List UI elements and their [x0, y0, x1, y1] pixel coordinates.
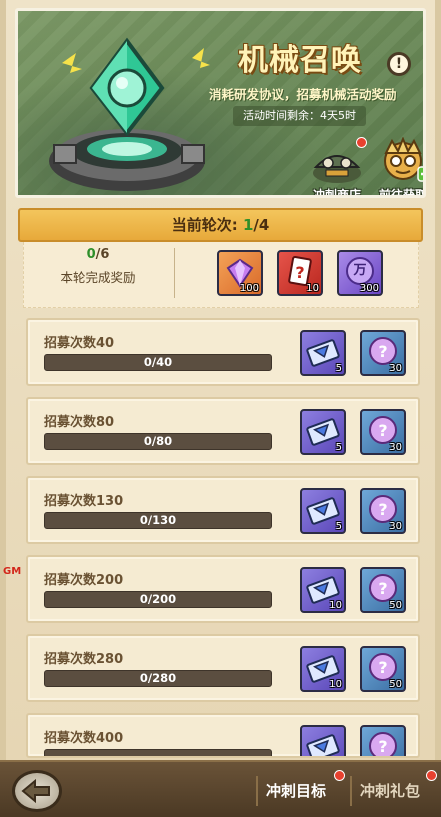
tab-sprint-pack[interactable]: 冲刺礼包	[360, 780, 420, 801]
reward-recruit-ticket[interactable]: 5	[300, 409, 346, 455]
task-progress-bar	[44, 749, 272, 756]
time-label: 活动时间剩余：	[243, 109, 320, 122]
task-progress-bar: 0/80	[44, 433, 272, 450]
sprint-goal-notification-dot	[334, 770, 345, 781]
reward-recruit-ticket[interactable]: 5	[300, 330, 346, 376]
info-icon[interactable]: !	[387, 52, 411, 76]
back-arrow-glyph	[21, 778, 50, 804]
engineer-avatar-icon	[384, 136, 423, 182]
task-row: 招募次数200 0/200 10? 50	[26, 555, 420, 623]
reward-count: 10	[329, 600, 342, 611]
task-progress-bar: 0/280	[44, 670, 272, 687]
task-row: 招募次数40 0/40 5? 30	[26, 318, 420, 386]
task-title: 招募次数280	[44, 652, 124, 667]
svg-text:?: ?	[295, 263, 304, 282]
go-obtain-label: 前往获取	[378, 188, 426, 198]
task-row: 招募次数280 0/280 10? 50	[26, 634, 420, 702]
task-title: 招募次数130	[44, 494, 124, 509]
event-time-remaining: 活动时间剩余：4天5时	[233, 106, 366, 126]
divider	[174, 248, 175, 298]
reward-count: 300	[359, 283, 379, 294]
task-title: 招募次数40	[44, 336, 115, 351]
tab-separator	[256, 776, 258, 806]
task-row: 招募次数130 0/130 5? 30	[26, 476, 420, 544]
task-progress-text: 0/40	[143, 355, 173, 369]
bottom-bar: 冲刺目标 冲刺礼包	[0, 760, 441, 817]
mystery-orb-icon: ?	[369, 732, 397, 756]
reward-count: 10	[306, 283, 319, 294]
reward-count: 30	[389, 521, 402, 532]
reward-recruit-ticket[interactable]: 5	[300, 488, 346, 534]
reward-count: 50	[389, 600, 402, 611]
coin-symbol: 万	[353, 263, 367, 278]
svg-text:?: ?	[378, 342, 387, 361]
reward-count: 100	[239, 283, 259, 294]
svg-text:?: ?	[378, 737, 387, 756]
reward-count: 10	[329, 679, 342, 690]
reward-count: 30	[389, 442, 402, 453]
svg-text:?: ?	[378, 579, 387, 598]
reward-mystery-orb[interactable]: ? 50	[360, 567, 406, 613]
reward-count: 5	[335, 442, 342, 453]
reward-recruit-ticket[interactable]: 10	[300, 567, 346, 613]
reward-mystery-orb[interactable]: ? 50	[360, 646, 406, 692]
reward-count: 30	[389, 363, 402, 374]
task-progress-bar: 0/200	[44, 591, 272, 608]
go-obtain-button[interactable]: 前往获取	[370, 136, 426, 198]
reward-mystery-orb[interactable]: ? 30	[360, 330, 406, 376]
back-arrow-icon[interactable]	[12, 770, 62, 812]
current-round-bar: 当前轮次: 1/4	[18, 208, 423, 242]
time-value: 4天5时	[320, 109, 356, 122]
tab-sprint-goal[interactable]: 冲刺目标	[266, 780, 326, 801]
reward-coin[interactable]: 万 300	[337, 250, 383, 296]
tab-separator	[350, 776, 352, 806]
round-total: /4	[253, 216, 270, 234]
svg-text:?: ?	[378, 658, 387, 677]
banner-title: 机械召唤	[238, 43, 362, 78]
shop-notification-dot	[356, 137, 367, 148]
round-reward-label: 本轮完成奖励	[60, 270, 136, 285]
round-progress: 0/6	[24, 247, 172, 262]
task-progress-bar: 0/40	[44, 354, 272, 371]
reward-diamond[interactable]: 100	[217, 250, 263, 296]
reward-mystery-orb[interactable]: ?	[360, 725, 406, 756]
reward-count: 50	[389, 679, 402, 690]
reward-mystery-orb[interactable]: ? 30	[360, 409, 406, 455]
round-progress-total: /6	[95, 247, 110, 262]
round-label: 当前轮次:	[171, 216, 243, 234]
round-reward-panel: 0/6 本轮完成奖励 100 ? 10 万 300	[23, 242, 419, 308]
reward-count: 5	[335, 521, 342, 532]
reward-recruit-ticket[interactable]	[300, 725, 346, 756]
round-progress-current: 0	[86, 247, 96, 262]
recruit-ticket-icon	[306, 734, 340, 756]
task-title: 招募次数200	[44, 573, 124, 588]
task-row: 招募次数400?	[26, 713, 420, 758]
svg-text:?: ?	[378, 421, 387, 440]
reward-count: 5	[335, 363, 342, 374]
reward-recruit-ticket[interactable]: 10	[300, 646, 346, 692]
task-progress-text: 0/80	[143, 434, 173, 448]
sprint-shop-button[interactable]: 冲刺商店	[304, 137, 370, 198]
task-row: 招募次数80 0/80 5? 30	[26, 397, 420, 465]
task-progress-text: 0/280	[139, 671, 177, 685]
task-progress-text: 0/130	[139, 513, 177, 527]
gm-tag[interactable]: GM	[3, 566, 21, 577]
task-title: 招募次数400	[44, 731, 124, 746]
task-title: 招募次数80	[44, 415, 115, 430]
round-current: 1	[242, 216, 254, 234]
sprint-pack-notification-dot	[426, 770, 437, 781]
mech-crystal-icon	[49, 37, 210, 191]
reward-mystery-orb[interactable]: ? 30	[360, 488, 406, 534]
task-progress-bar: 0/130	[44, 512, 272, 529]
event-banner: 机械召唤 ! 消耗研发协议，招募机械活动奖励 活动时间剩余：4天5时 冲刺商店 …	[15, 8, 426, 198]
banner-description: 消耗研发协议，招募机械活动奖励	[209, 87, 397, 102]
svg-text:?: ?	[378, 500, 387, 519]
reward-mystery-card[interactable]: ? 10	[277, 250, 323, 296]
task-progress-text: 0/200	[139, 592, 177, 606]
sprint-shop-label: 冲刺商店	[312, 188, 361, 198]
